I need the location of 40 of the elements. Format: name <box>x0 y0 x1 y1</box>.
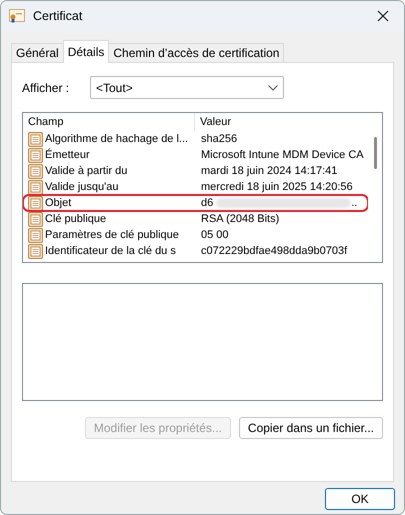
field-icon <box>28 244 43 258</box>
certificate-icon <box>9 9 25 23</box>
table-cell-text: mardi 18 juin 2024 14:17:41 <box>201 164 338 179</box>
table-cell-text: Émetteur <box>45 148 90 163</box>
table-cell-text: Valide à partir du <box>45 164 128 179</box>
tab[interactable]: Général <box>11 43 64 62</box>
ok-button[interactable]: OK <box>325 488 395 510</box>
scrollbar-thumb[interactable] <box>374 137 376 169</box>
table-cell-text: Algorithme de hachage de l... <box>45 132 188 147</box>
field-icon <box>28 180 43 194</box>
table-cell-text: Valide jusqu'au <box>45 180 118 195</box>
table-cell-text: Clé publique <box>45 212 106 227</box>
table-cell-text: c072229bdfae498dda9b0703f <box>201 244 348 259</box>
table-cell-text: sha256 <box>201 132 238 147</box>
table-cell-text: .. <box>351 196 358 211</box>
field-icon <box>28 148 43 162</box>
show-dropdown[interactable]: <Tout> <box>90 76 284 99</box>
action-button[interactable]: Copier dans un fichier... <box>238 417 383 439</box>
column-header[interactable]: Champ <box>23 113 195 131</box>
table-cell-text: RSA (2048 Bits) <box>201 212 280 227</box>
close-icon <box>377 10 389 22</box>
chevron-down-icon <box>268 84 278 90</box>
show-label: Afficher : <box>22 80 70 96</box>
table-cell-text: Objet <box>45 196 72 211</box>
field-icon <box>28 196 43 210</box>
table-cell-text: mercredi 18 juin 2025 14:20:56 <box>201 180 353 195</box>
tab[interactable]: Détails <box>62 40 110 63</box>
window-title: Certificat <box>33 8 82 25</box>
table-cell-text: Paramètres de clé publique <box>45 228 179 243</box>
field-icon <box>28 132 43 146</box>
table-cell-text: Identificateur de la clé du s <box>45 244 176 259</box>
table-cell-text: Microsoft Intune MDM Device CA <box>201 148 364 163</box>
column-header[interactable]: Valeur <box>195 114 236 130</box>
table-cell-text: 05 00 <box>201 228 229 243</box>
tab[interactable]: Chemin d’accès de certification <box>108 43 284 62</box>
field-icon <box>28 164 43 178</box>
show-value: <Tout> <box>96 80 133 96</box>
table-cell-text: d6 <box>201 196 214 211</box>
field-icon <box>28 228 43 242</box>
field-icon <box>28 212 43 226</box>
